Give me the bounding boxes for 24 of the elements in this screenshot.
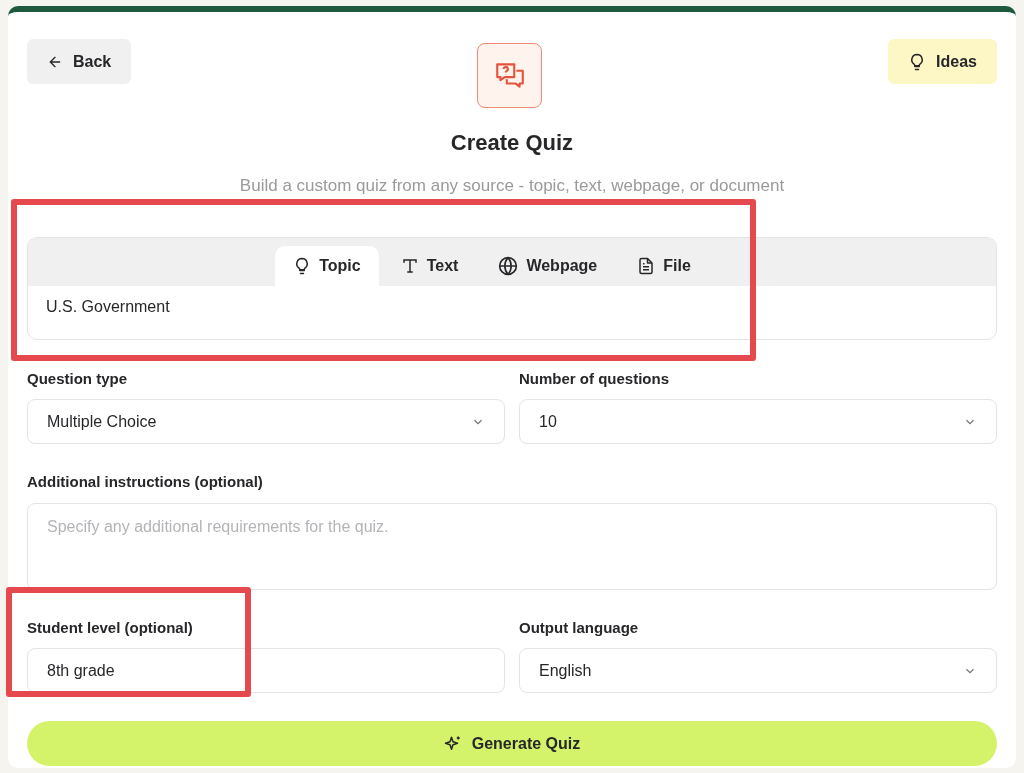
topic-input[interactable]: U.S. Government — [28, 285, 996, 319]
source-tab[interactable]: Topic — [275, 245, 379, 286]
sparkle-icon — [443, 734, 462, 753]
source-tab[interactable]: File — [619, 245, 709, 286]
text-icon — [400, 256, 419, 275]
document-icon — [637, 255, 656, 276]
back-button[interactable]: Back — [27, 39, 132, 84]
dropdown[interactable]: Multiple Choice — [27, 399, 505, 444]
field-label: Additional instructions (optional) — [27, 472, 264, 492]
ideas-button[interactable]: Ideas — [888, 39, 997, 84]
page-title: Create Quiz — [449, 129, 575, 157]
quiz-icon — [477, 43, 543, 108]
page-subtitle: Build a custom quiz from any source - topic, text, webpage, or document — [238, 175, 786, 197]
field-label: Number of questions — [519, 368, 670, 389]
generate-quiz-button[interactable]: Generate Quiz — [27, 721, 997, 766]
dropdown[interactable]: English — [519, 648, 997, 693]
source-tab[interactable]: Webpage — [480, 245, 616, 286]
student-level-input[interactable]: 8th grade — [27, 648, 505, 693]
field-label: Question type — [27, 368, 128, 389]
globe-icon — [498, 255, 519, 276]
source-tab[interactable]: Text — [382, 245, 477, 286]
dropdown[interactable]: 10 — [519, 399, 997, 444]
field-label: Student level (optional) — [27, 617, 194, 638]
field-label: Output language — [519, 617, 640, 638]
